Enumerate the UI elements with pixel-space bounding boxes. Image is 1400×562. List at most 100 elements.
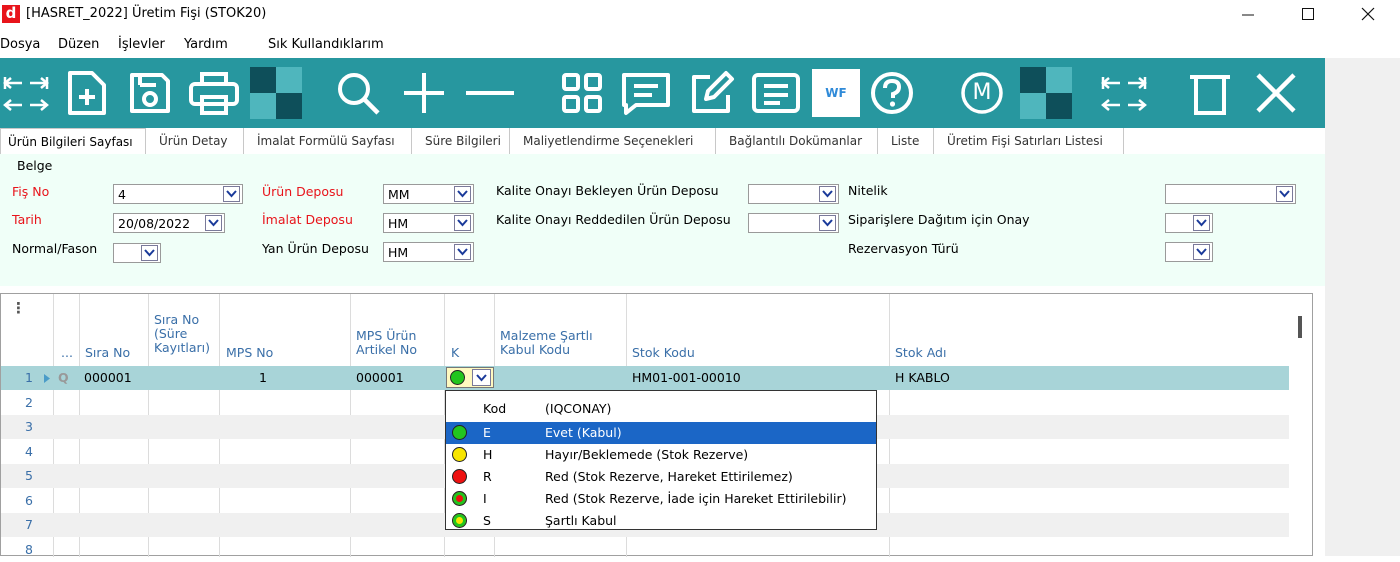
cell-stok-kodu[interactable]: HM01-001-00010 xyxy=(632,366,741,390)
kalite-reddedilen-field[interactable] xyxy=(748,213,839,233)
tab-liste[interactable]: Liste xyxy=(884,128,934,154)
fis-no-label: Fiş No xyxy=(12,184,50,199)
k-cell-editor[interactable] xyxy=(446,367,494,388)
list-icon xyxy=(752,73,800,113)
dropdown-button[interactable] xyxy=(141,245,158,261)
cell-mps-no[interactable]: 1 xyxy=(259,366,267,390)
column-width-button[interactable] xyxy=(0,67,52,119)
m-button[interactable]: M xyxy=(956,67,1008,119)
dropdown-button[interactable] xyxy=(454,186,471,202)
nitelik-field[interactable] xyxy=(1165,184,1296,204)
dropdown-button[interactable] xyxy=(819,186,836,202)
tarih-field[interactable]: 20/08/2022 xyxy=(113,213,225,233)
dropdown-button[interactable] xyxy=(223,186,240,202)
tab-baglantili-dokumanlar[interactable]: Bağlantılı Dokümanlar xyxy=(722,128,878,154)
siparis-onay-field[interactable] xyxy=(1165,213,1213,233)
dropdown-button[interactable] xyxy=(819,215,836,231)
new-document-button[interactable] xyxy=(60,67,112,119)
help-icon xyxy=(871,72,913,114)
save-button[interactable] xyxy=(124,67,176,119)
remove-button[interactable] xyxy=(464,67,516,119)
message-button[interactable] xyxy=(620,67,672,119)
dropdown-button[interactable] xyxy=(1193,244,1210,260)
row-number: 8 xyxy=(25,542,33,557)
cell-stok-adi[interactable]: H KABLO xyxy=(895,366,950,390)
imalat-deposu-value: HM xyxy=(388,216,409,231)
row-number: 3 xyxy=(25,419,33,434)
yan-urun-deposu-field[interactable]: HM xyxy=(383,242,474,262)
row-number: 6 xyxy=(25,493,33,508)
cell-sira-no[interactable]: 000001 xyxy=(84,366,132,390)
normal-fason-field[interactable] xyxy=(113,243,161,263)
delete-button[interactable] xyxy=(1184,67,1236,119)
normal-fason-label: Normal/Fason xyxy=(12,241,98,256)
dropdown-button[interactable] xyxy=(205,215,222,231)
tab-uretim-fisi-satirlari[interactable]: Üretim Fişi Satırları Listesi xyxy=(940,128,1124,154)
title-bar: d [HASRET_2022] Üretim Fişi (STOK20) xyxy=(0,0,1400,30)
search-button[interactable] xyxy=(332,67,384,119)
dropdown-button[interactable] xyxy=(1276,186,1293,202)
imalat-deposu-field[interactable]: HM xyxy=(383,213,474,233)
dropdown-button[interactable] xyxy=(454,215,471,231)
form-panel: Belge Fiş No 4 Tarih 20/08/2022 Normal/F… xyxy=(0,154,1325,286)
new-file-icon xyxy=(68,71,106,115)
popup-item-e[interactable]: E Evet (Kabul) xyxy=(446,422,876,444)
popup-item-s[interactable]: S Şartlı Kabul xyxy=(446,510,876,532)
close-form-button[interactable] xyxy=(1250,67,1302,119)
header-dots: ... xyxy=(61,345,73,360)
chevron-down-icon xyxy=(1279,190,1290,198)
tarih-value: 20/08/2022 xyxy=(118,216,191,231)
dropdown-button[interactable] xyxy=(1193,215,1210,231)
popup-header: Kod (IQCONAY) xyxy=(446,395,876,423)
minimize-button[interactable] xyxy=(1228,2,1268,26)
fis-no-field[interactable]: 4 xyxy=(113,184,243,204)
add-button[interactable] xyxy=(398,67,450,119)
scrollbar-thumb[interactable] xyxy=(1298,316,1302,338)
tab-urun-bilgileri[interactable]: Ürün Bilgileri Sayfası xyxy=(0,128,146,154)
popup-item-r[interactable]: R Red (Stok Rezerve, Hareket Ettirilemez… xyxy=(446,466,876,488)
list-button[interactable] xyxy=(750,67,802,119)
tab-imalat-formulu[interactable]: İmalat Formülü Sayfası xyxy=(250,128,412,154)
popup-item-i[interactable]: I Red (Stok Rezerve, İade için Hareket E… xyxy=(446,488,876,510)
yan-urun-deposu-label: Yan Ürün Deposu xyxy=(262,241,369,256)
menu-dosya[interactable]: Dosya xyxy=(0,37,40,52)
close-window-button[interactable] xyxy=(1348,2,1388,26)
grid-view-button[interactable] xyxy=(556,67,608,119)
search-icon xyxy=(338,73,380,115)
row-lookup-icon[interactable]: Q xyxy=(58,366,69,390)
menu-sik-kullandiklarim[interactable]: Sık Kullandıklarım xyxy=(268,37,384,52)
column-width-button-2[interactable] xyxy=(1098,67,1150,119)
workflow-button[interactable]: WF xyxy=(812,69,860,117)
edit-button[interactable] xyxy=(686,67,738,119)
table-row[interactable]: 1 Q 000001 1 000001 HM01-001-00010 H KAB… xyxy=(1,366,1289,390)
status-dot-icon xyxy=(452,447,467,462)
minus-icon xyxy=(466,91,514,95)
maximize-button[interactable] xyxy=(1288,2,1328,26)
table-row[interactable]: 8 xyxy=(1,538,1289,562)
menu-islevler[interactable]: İşlevler xyxy=(118,37,165,52)
rezervasyon-label: Rezervasyon Türü xyxy=(848,241,959,256)
chevron-down-icon xyxy=(822,219,833,227)
menu-duzen[interactable]: Düzen xyxy=(58,37,99,52)
popup-item-desc: Red (Stok Rezerve, Hareket Ettirilemez) xyxy=(545,469,793,484)
print-button[interactable] xyxy=(188,67,240,119)
cell-mps-urun[interactable]: 000001 xyxy=(356,366,404,390)
popup-item-h[interactable]: H Hayır/Beklemede (Stok Rezerve) xyxy=(446,444,876,466)
message-icon xyxy=(622,73,670,115)
tab-maliyetlendirme[interactable]: Maliyetlendirme Seçenekleri xyxy=(516,128,716,154)
dropdown-button[interactable] xyxy=(454,244,471,260)
header-malzeme-2: Kabul Kodu xyxy=(500,342,571,357)
help-button[interactable] xyxy=(866,67,918,119)
tab-sure-bilgileri[interactable]: Süre Bilgileri xyxy=(418,128,510,154)
urun-deposu-field[interactable]: MM xyxy=(383,184,474,204)
dropdown-button[interactable] xyxy=(472,369,491,386)
menu-yardim[interactable]: Yardım xyxy=(184,37,228,52)
tab-urun-detay[interactable]: Ürün Detay xyxy=(152,128,244,154)
edit-icon xyxy=(692,71,734,113)
rezervasyon-field[interactable] xyxy=(1165,242,1213,262)
popup-item-kod: R xyxy=(483,469,492,484)
grid-menu-icon[interactable]: ⋮ xyxy=(11,301,26,316)
header-mps-no: MPS No xyxy=(226,345,274,360)
header-k: K xyxy=(451,345,460,360)
kalite-bekleyen-field[interactable] xyxy=(748,184,839,204)
